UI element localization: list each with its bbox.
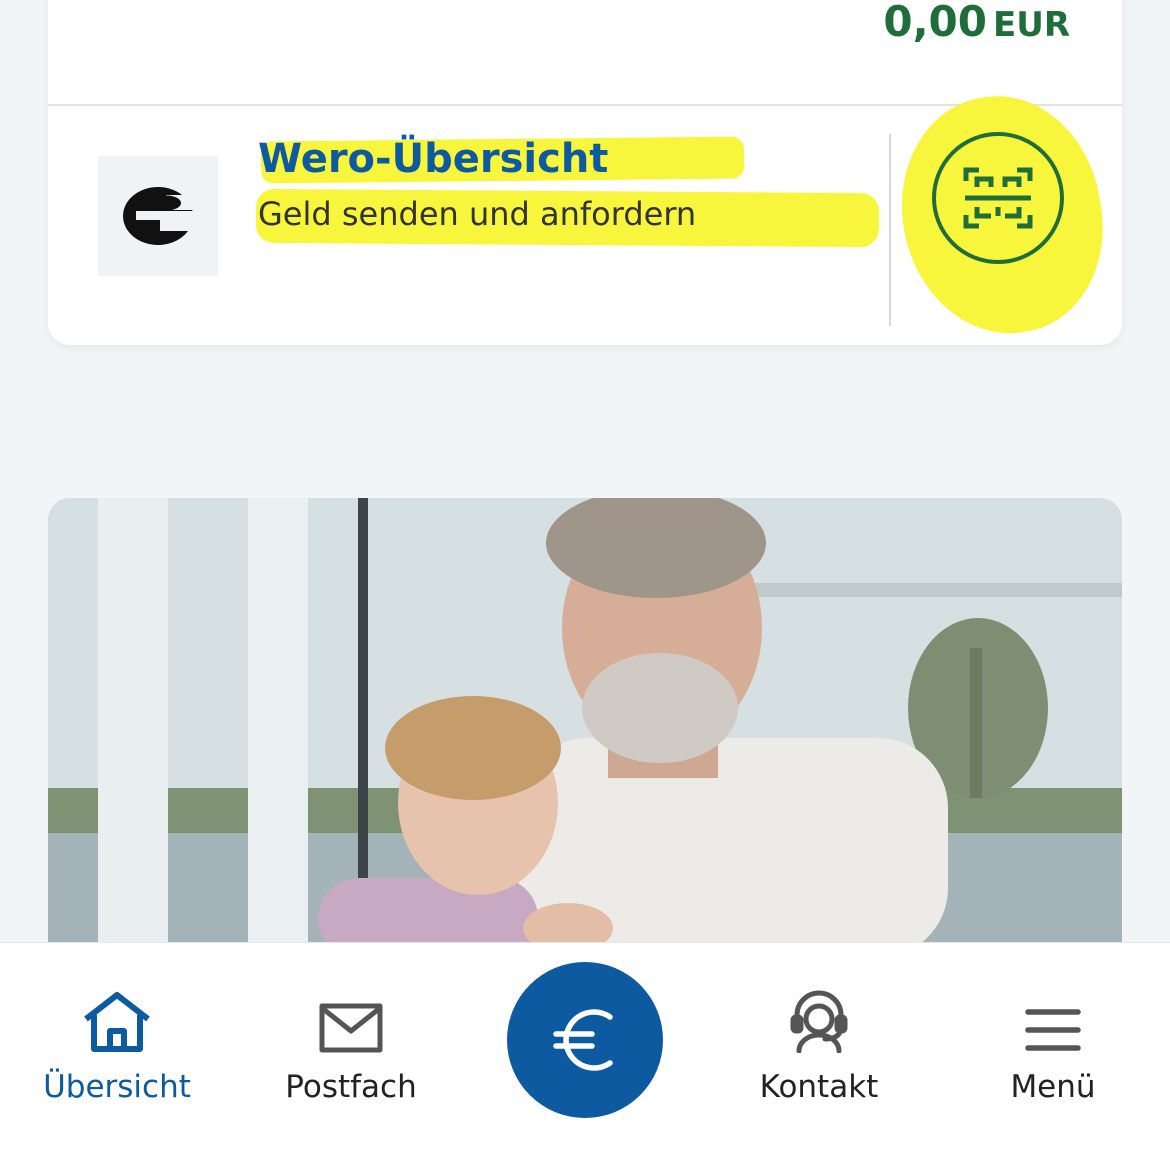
wero-e-logo-icon [98, 156, 218, 276]
balance-currency: EUR [992, 5, 1070, 45]
nav-item-overview[interactable]: Übersicht [17, 973, 217, 1107]
nav-label-contact: Kontakt [759, 1069, 879, 1105]
home-icon [84, 992, 150, 1052]
bottom-navigation: Übersicht Postfach Kontakt Menü [0, 942, 1170, 1171]
nav-item-contact[interactable]: Kontakt [719, 973, 919, 1107]
euro-icon [553, 1009, 613, 1071]
promo-photo [48, 498, 1122, 958]
balance-amount: 0,00 [883, 0, 987, 46]
wero-subtitle: Geld senden und anfordern [258, 195, 697, 233]
qr-scan-button[interactable] [932, 132, 1064, 264]
account-balance: 0,00 EUR [883, 0, 1070, 49]
nav-label-mailbox: Postfach [285, 1069, 417, 1105]
vertical-separator [889, 134, 891, 326]
nav-item-mailbox[interactable]: Postfach [251, 973, 451, 1107]
headset-icon [790, 990, 848, 1053]
nav-label-overview: Übersicht [43, 1069, 191, 1105]
wero-overview-row[interactable]: Wero-Übersicht Geld senden und anfordern [48, 80, 1122, 350]
wero-title: Wero-Übersicht [258, 136, 609, 182]
nav-item-menu[interactable]: Menü [953, 973, 1153, 1107]
payment-euro-button[interactable] [507, 962, 663, 1118]
qr-scan-icon [963, 167, 1033, 229]
account-card: 0,00 EUR Wero-Übersicht Geld senden und a… [48, 0, 1122, 350]
hamburger-menu-icon [1025, 1009, 1081, 1051]
mail-icon [319, 1003, 383, 1053]
nav-label-menu: Menü [1010, 1069, 1096, 1105]
